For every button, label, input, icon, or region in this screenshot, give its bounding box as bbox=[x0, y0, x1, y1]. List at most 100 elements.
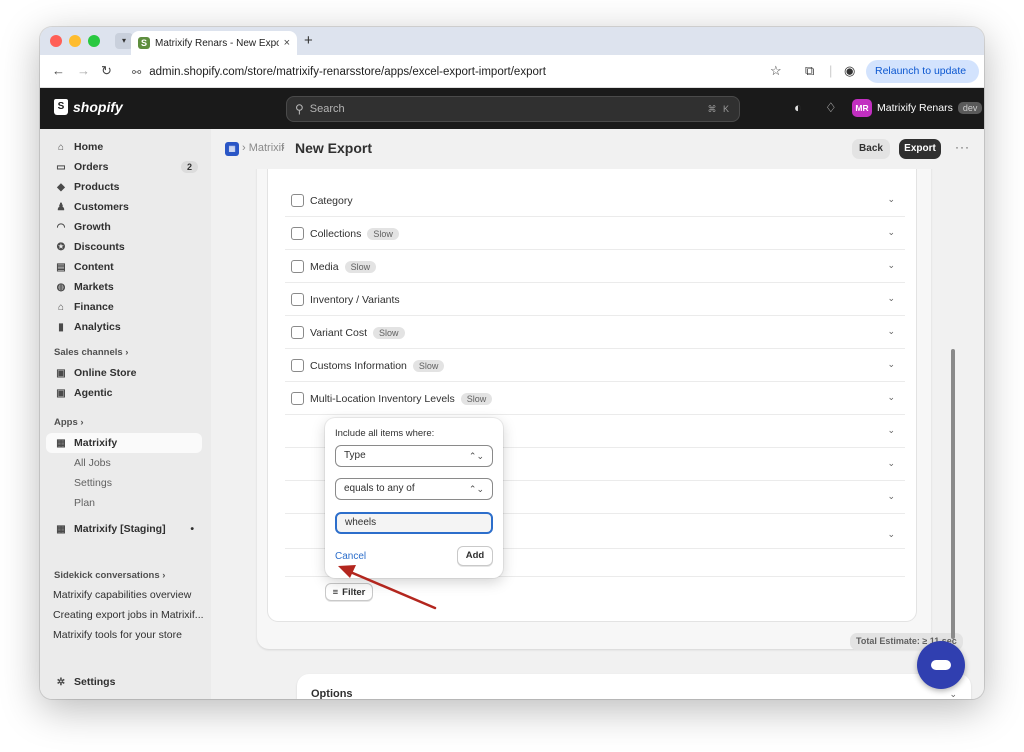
row-label: Inventory / Variants bbox=[310, 293, 400, 306]
checkbox[interactable] bbox=[291, 392, 304, 405]
sheet-row-variant-cost[interactable]: Variant Cost Slow ⌄ bbox=[285, 317, 905, 349]
breadcrumb[interactable]: › Matrixif bbox=[242, 142, 284, 154]
relaunch-button[interactable]: Relaunch to update ⋮ bbox=[866, 60, 979, 100]
filter-operator-select[interactable]: equals to any of ⌃⌄ bbox=[335, 478, 493, 500]
minimize-window-button[interactable] bbox=[69, 35, 81, 47]
checkbox[interactable] bbox=[291, 359, 304, 372]
back-button[interactable]: Back bbox=[852, 139, 890, 159]
add-filter-button[interactable]: Add bbox=[457, 546, 493, 566]
chevron-down-icon[interactable]: ⌄ bbox=[887, 326, 895, 337]
chat-button[interactable] bbox=[917, 641, 965, 689]
maximize-window-button[interactable] bbox=[88, 35, 100, 47]
sidebar-item-settings[interactable]: ✲ Settings bbox=[46, 672, 202, 692]
options-card[interactable]: Options ⌄ bbox=[297, 674, 971, 699]
sidebar-item-agentic[interactable]: ▣ Agentic bbox=[46, 383, 202, 403]
cancel-button[interactable]: Cancel bbox=[335, 551, 366, 562]
chevron-down-icon[interactable]: ⌄ bbox=[887, 491, 895, 502]
sidebar-item-label: Matrixify [Staging] bbox=[74, 523, 166, 535]
sidebar-item-analytics[interactable]: ▮ Analytics bbox=[46, 317, 202, 337]
checkbox[interactable] bbox=[291, 260, 304, 273]
sidebar-item-matrixify[interactable]: ▦ Matrixify bbox=[46, 433, 202, 453]
matrixify-staging-icon: ▦ bbox=[56, 523, 66, 535]
profile-icon[interactable]: ◉ bbox=[844, 63, 855, 79]
checkbox[interactable] bbox=[291, 326, 304, 339]
apps-heading[interactable]: Apps › bbox=[54, 417, 84, 428]
chevron-down-icon[interactable]: ⌄ bbox=[949, 689, 957, 699]
checkbox[interactable] bbox=[291, 194, 304, 207]
chevron-down-icon[interactable]: ⌄ bbox=[887, 359, 895, 370]
row-label: Customs Information bbox=[310, 359, 407, 372]
filter-field-select[interactable]: Type ⌃⌄ bbox=[335, 445, 493, 467]
sidebar-item-online-store[interactable]: ▣ Online Store bbox=[46, 363, 202, 383]
sidebar-item-products[interactable]: ◆ Products bbox=[46, 177, 202, 197]
sidekick-conversation[interactable]: Creating export jobs in Matrixif... bbox=[53, 609, 205, 621]
checkbox[interactable] bbox=[291, 293, 304, 306]
chevron-down-icon[interactable]: ⌄ bbox=[887, 260, 895, 271]
address-bar[interactable]: ⚯ admin.shopify.com/store/matrixify-rena… bbox=[124, 60, 794, 84]
sidebar-item-markets[interactable]: ◍ Markets bbox=[46, 277, 202, 297]
store-menu-button[interactable]: MR Matrixify Renars dev bbox=[852, 97, 983, 119]
sidebar-item-discounts[interactable]: ✪ Discounts bbox=[46, 237, 202, 257]
more-actions-icon[interactable]: ··· bbox=[955, 140, 970, 154]
sidebar-item-label: Content bbox=[74, 261, 114, 273]
sheet-row-collections[interactable]: Collections Slow ⌄ bbox=[285, 218, 905, 250]
forward-arrow-icon[interactable]: → bbox=[77, 63, 90, 78]
filter-value-input[interactable]: wheels bbox=[335, 512, 493, 534]
sidebar-item-customers[interactable]: ♟ Customers bbox=[46, 197, 202, 217]
close-window-button[interactable] bbox=[50, 35, 62, 47]
main-content: Category ⌄ Collections Slow ⌄ Media Slow ⌄ In… bbox=[211, 129, 984, 699]
browser-tab[interactable]: S Matrixify Renars - New Export × bbox=[131, 31, 297, 55]
checkbox[interactable] bbox=[291, 227, 304, 240]
new-tab-button[interactable]: + bbox=[304, 32, 313, 49]
sidebar-item-growth[interactable]: ◠ Growth bbox=[46, 217, 202, 237]
sidekick-heading[interactable]: Sidekick conversations › bbox=[54, 570, 165, 581]
sidebar-item-plan[interactable]: Plan bbox=[46, 493, 202, 513]
sidebar-item-finance[interactable]: ⌂ Finance bbox=[46, 297, 202, 317]
content-icon: ▤ bbox=[56, 261, 66, 273]
sheet-row-media[interactable]: Media Slow ⌄ bbox=[285, 251, 905, 283]
tab-close-icon[interactable]: × bbox=[284, 37, 290, 49]
sheet-row-multi-location-inventory[interactable]: Multi-Location Inventory Levels Slow ⌄ bbox=[285, 383, 905, 415]
sales-channels-heading[interactable]: Sales channels › bbox=[54, 347, 128, 358]
sidebar-item-matrixify-staging[interactable]: ▦ Matrixify [Staging] • bbox=[46, 519, 202, 539]
sheet-row-category[interactable]: Category ⌄ bbox=[285, 185, 905, 217]
sidebar-item-home[interactable]: ⌂ Home bbox=[46, 137, 202, 157]
sidebar-item-all-jobs[interactable]: All Jobs bbox=[46, 453, 202, 473]
row-label: Category bbox=[310, 194, 353, 207]
chevron-down-icon[interactable]: ⌄ bbox=[887, 458, 895, 469]
shopify-logo[interactable]: S shopify bbox=[54, 99, 123, 115]
bell-icon[interactable]: ♢ bbox=[825, 100, 837, 116]
chat-bubble-icon bbox=[931, 660, 951, 670]
scrollbar[interactable] bbox=[951, 349, 955, 639]
bookmark-star-icon[interactable]: ☆ bbox=[770, 63, 782, 79]
filter-button[interactable]: ≡ Filter bbox=[325, 583, 373, 601]
sidebar-item-content[interactable]: ▤ Content bbox=[46, 257, 202, 277]
sidebar-item-orders[interactable]: ▭ Orders 2 bbox=[46, 157, 202, 177]
sheet-row-customs-information[interactable]: Customs Information Slow ⌄ bbox=[285, 350, 905, 382]
toolbar-divider: | bbox=[829, 63, 833, 78]
shopify-bag-icon: S bbox=[54, 99, 68, 115]
reload-icon[interactable]: ↻ bbox=[101, 63, 112, 79]
site-settings-icon[interactable]: ⚯ bbox=[132, 66, 141, 79]
chevron-down-icon[interactable]: ⌄ bbox=[887, 227, 895, 238]
slow-badge: Slow bbox=[367, 227, 399, 240]
chevron-down-icon[interactable]: ⌄ bbox=[887, 293, 895, 304]
chevron-down-icon[interactable]: ⌄ bbox=[887, 529, 895, 540]
sidebar-item-label: Finance bbox=[74, 301, 114, 313]
person-icon: ♟ bbox=[56, 201, 66, 213]
export-button[interactable]: Export bbox=[899, 139, 941, 159]
sidekick-icon[interactable]: ◐ bbox=[794, 100, 802, 115]
sheet-row-inventory-variants[interactable]: Inventory / Variants ⌄ bbox=[285, 284, 905, 316]
chevron-down-icon[interactable]: ⌄ bbox=[887, 425, 895, 436]
sidebar: ⌂ Home ▭ Orders 2 ◆ Products ♟ Customers ◠ Gro… bbox=[40, 129, 211, 699]
sidebar-item-settings-sub[interactable]: Settings bbox=[46, 473, 202, 493]
sidekick-conversation[interactable]: Matrixify capabilities overview bbox=[53, 589, 205, 601]
sidekick-conversation[interactable]: Matrixify tools for your store bbox=[53, 629, 205, 641]
extensions-icon[interactable]: ⧉ bbox=[805, 63, 814, 79]
chevron-down-icon[interactable]: ⌄ bbox=[887, 392, 895, 403]
row-label: Collections bbox=[310, 227, 362, 240]
chevron-down-icon[interactable]: ⌄ bbox=[887, 194, 895, 205]
back-arrow-icon[interactable]: ← bbox=[52, 63, 65, 78]
slow-badge: Slow bbox=[460, 392, 493, 405]
search-input[interactable]: ⚲ Search ⌘ K bbox=[286, 96, 740, 122]
